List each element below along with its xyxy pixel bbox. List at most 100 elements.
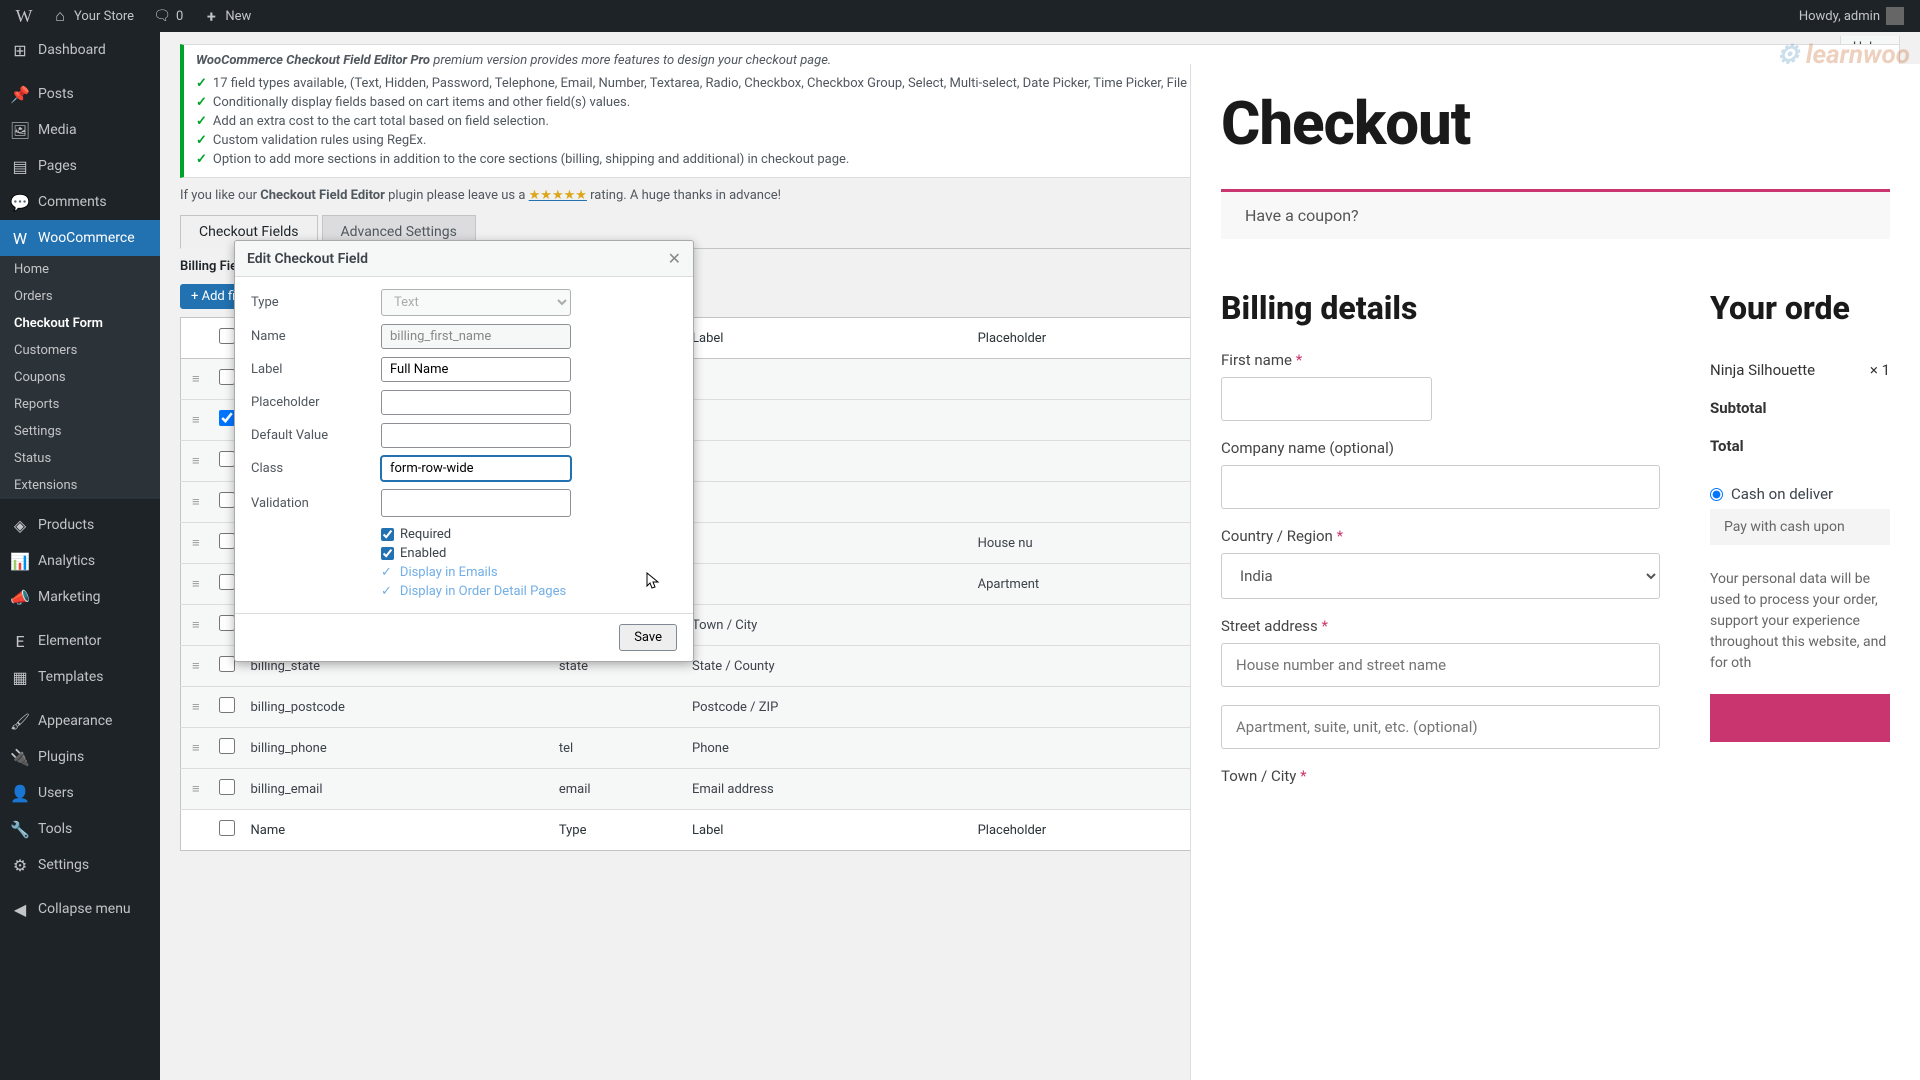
select-all-checkbox[interactable] [219,328,235,344]
stars-icon: ★★★★★ [529,188,587,203]
sidebar-item-elementor[interactable]: EElementor [0,623,160,659]
cell-label: Town / City [684,605,970,646]
street-label: Street address * [1221,617,1660,635]
sidebar-item-marketing[interactable]: 📣Marketing [0,579,160,615]
cell-label [684,564,970,605]
payment-cod[interactable]: Cash on deliver [1710,485,1890,503]
placeholder-input[interactable] [381,390,571,415]
stars-link[interactable]: ★★★★★ [529,188,587,203]
drag-handle[interactable]: ≡ [181,482,211,523]
drag-handle[interactable]: ≡ [181,564,211,605]
comments-link[interactable]: 0 [146,0,191,32]
sidebar-item-dashboard[interactable]: ⊞Dashboard [0,32,160,68]
sidebar-item-comments[interactable]: 💬Comments [0,184,160,220]
row-checkbox[interactable] [219,574,235,590]
row-checkbox[interactable] [219,369,235,385]
coupon-box[interactable]: Have a coupon? [1221,189,1890,239]
sidebar-item-collapse[interactable]: ◀Collapse menu [0,891,160,927]
cell-placeholder [970,482,1206,523]
dashboard-icon: ⊞ [10,40,30,60]
drag-handle[interactable]: ≡ [181,728,211,769]
sub-checkout-form[interactable]: Checkout Form [0,310,160,337]
row-checkbox[interactable] [219,451,235,467]
sub-coupons[interactable]: Coupons [0,364,160,391]
sub-status[interactable]: Status [0,445,160,472]
validation-label: Validation [251,496,381,511]
analytics-icon: 📊 [10,551,30,571]
name-input [381,324,571,349]
cell-name: billing_email [243,769,551,810]
select-all-footer-checkbox[interactable] [219,820,235,836]
display-order-check: Display in Order Detail Pages [381,582,677,601]
sidebar-item-users[interactable]: 👤Users [0,775,160,811]
row-checkbox[interactable] [219,656,235,672]
row-checkbox[interactable] [219,410,235,426]
privacy-note: Your personal data will be used to proce… [1710,569,1890,674]
sidebar-item-media[interactable]: 🖼Media [0,112,160,148]
row-checkbox[interactable] [219,533,235,549]
sidebar-item-settings[interactable]: ⚙Settings [0,847,160,883]
cell-label: Phone [684,728,970,769]
validation-input[interactable] [381,489,571,517]
drag-handle[interactable]: ≡ [181,359,211,400]
plugins-icon: 🔌 [10,747,30,767]
sub-settings[interactable]: Settings [0,418,160,445]
default-label: Default Value [251,428,381,443]
cell-label: Email address [684,769,970,810]
sidebar-item-pages[interactable]: ▤Pages [0,148,160,184]
cell-label [684,359,970,400]
sub-orders[interactable]: Orders [0,283,160,310]
wp-logo[interactable] [8,0,40,32]
sidebar-item-tools[interactable]: 🔧Tools [0,811,160,847]
account-link[interactable]: Howdy, admin [1791,0,1912,32]
cell-label [684,441,970,482]
drag-handle[interactable]: ≡ [181,605,211,646]
drag-handle[interactable]: ≡ [181,523,211,564]
sidebar-item-woocommerce[interactable]: WWooCommerce [0,220,160,256]
sidebar-item-products[interactable]: ◈Products [0,507,160,543]
pin-icon: 📌 [10,84,30,104]
display-emails-check: Display in Emails [381,563,677,582]
cod-radio[interactable] [1710,488,1723,501]
sidebar-item-posts[interactable]: 📌Posts [0,76,160,112]
sidebar-item-templates[interactable]: ▦Templates [0,659,160,695]
sidebar-item-plugins[interactable]: 🔌Plugins [0,739,160,775]
cell-placeholder [970,605,1206,646]
new-content-link[interactable]: New [195,0,259,32]
company-input[interactable] [1221,465,1660,509]
enabled-checkbox[interactable] [381,547,394,560]
edit-field-modal: Edit Checkout Field ✕ TypeText Name Labe… [234,240,694,662]
modal-close-button[interactable]: ✕ [668,249,681,268]
drag-handle[interactable]: ≡ [181,687,211,728]
place-order-button[interactable] [1710,694,1890,742]
row-checkbox[interactable] [219,779,235,795]
street1-input[interactable] [1221,643,1660,687]
class-input[interactable] [381,456,571,481]
sidebar-item-appearance[interactable]: 🖌Appearance [0,703,160,739]
sub-customers[interactable]: Customers [0,337,160,364]
row-checkbox[interactable] [219,697,235,713]
street2-input[interactable] [1221,705,1660,749]
drag-handle[interactable]: ≡ [181,400,211,441]
cell-placeholder: House nu [970,523,1206,564]
new-label: New [225,9,251,24]
drag-handle[interactable]: ≡ [181,769,211,810]
tools-icon: 🔧 [10,819,30,839]
sidebar-item-analytics[interactable]: 📊Analytics [0,543,160,579]
row-checkbox[interactable] [219,738,235,754]
row-checkbox[interactable] [219,492,235,508]
sub-extensions[interactable]: Extensions [0,472,160,499]
cell-placeholder [970,400,1206,441]
sub-reports[interactable]: Reports [0,391,160,418]
save-button[interactable]: Save [619,624,677,651]
site-name-link[interactable]: Your Store [44,0,142,32]
sub-home[interactable]: Home [0,256,160,283]
country-select[interactable]: India [1221,553,1660,599]
drag-handle[interactable]: ≡ [181,646,211,687]
label-input[interactable] [381,357,571,382]
required-checkbox[interactable] [381,528,394,541]
drag-handle[interactable]: ≡ [181,441,211,482]
default-value-input[interactable] [381,423,571,448]
first-name-input[interactable] [1221,377,1432,421]
row-checkbox[interactable] [219,615,235,631]
